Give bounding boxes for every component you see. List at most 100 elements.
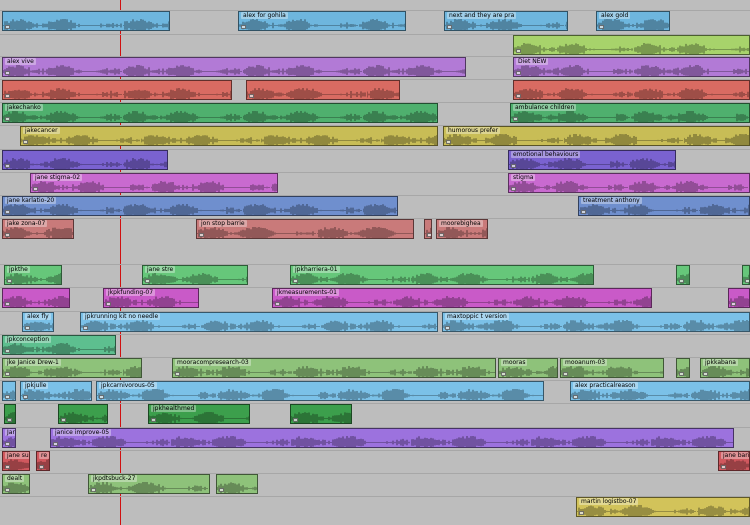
clip-name: emotional behaviours xyxy=(511,151,580,158)
clip-fade-icon xyxy=(573,395,578,399)
audio-clip[interactable]: next and they are pra xyxy=(444,11,568,31)
audio-clip[interactable]: mooras xyxy=(498,358,558,378)
audio-clip[interactable]: mooracompresearch-03 xyxy=(172,358,496,378)
audio-clip[interactable]: moorebighea xyxy=(436,219,488,239)
clip-fade-icon xyxy=(151,418,156,422)
audio-clip[interactable]: jon stop barrie xyxy=(196,219,414,239)
waveform xyxy=(3,296,69,307)
audio-clip[interactable]: treatment anthony xyxy=(578,196,750,216)
audio-clip[interactable]: jkmeasurements-01 xyxy=(272,288,652,308)
audio-clip[interactable]: jane karlatio-20 xyxy=(2,196,398,216)
clip-name: mooanum-03 xyxy=(563,359,607,366)
audio-clip[interactable]: dealt xyxy=(2,474,30,494)
audio-clip[interactable]: jpkthe xyxy=(4,265,62,285)
audio-clip[interactable]: jakechanko xyxy=(2,103,438,123)
audio-clip[interactable]: Janet xyxy=(2,428,16,448)
clip-name: jkmeasurements-01 xyxy=(275,289,339,296)
audio-clip[interactable] xyxy=(2,80,232,100)
waveform xyxy=(149,412,249,423)
audio-clip[interactable]: jpkcarnivorous-05 xyxy=(96,381,544,401)
audio-clip[interactable]: humorous prefer xyxy=(443,126,750,146)
audio-clip[interactable]: alex fly xyxy=(22,312,54,332)
clip-fade-icon xyxy=(241,25,246,29)
clip-fade-icon xyxy=(33,187,38,191)
audio-clip[interactable]: mooanum-03 xyxy=(560,358,664,378)
audio-clip[interactable]: jke Janice Drew-1 xyxy=(2,358,142,378)
audio-clip[interactable] xyxy=(424,219,432,239)
waveform xyxy=(445,19,567,30)
audio-clip[interactable]: jane stigma-02 xyxy=(30,173,278,193)
track-lane[interactable] xyxy=(0,450,750,473)
audio-clip[interactable]: jpkjulle xyxy=(20,381,92,401)
clip-fade-icon xyxy=(731,302,736,306)
clip-fade-icon xyxy=(679,372,684,376)
clip-fade-icon xyxy=(199,233,204,237)
clip-name: alex vive xyxy=(5,58,36,65)
audio-clip[interactable]: jpkconception xyxy=(2,335,116,355)
audio-clip[interactable] xyxy=(728,288,750,308)
audio-clip[interactable]: jpkharriera-01 xyxy=(290,265,594,285)
clip-name: jpkhealthmed xyxy=(151,405,196,412)
audio-clip[interactable]: re xyxy=(36,451,50,471)
audio-clip[interactable]: martin logistbo-07 xyxy=(576,497,750,517)
audio-clip[interactable]: alex practicalreason xyxy=(570,381,750,401)
audio-clip[interactable]: jakecancer xyxy=(20,126,438,146)
clip-fade-icon xyxy=(5,349,10,353)
audio-clip[interactable] xyxy=(290,404,352,424)
audio-clip[interactable]: alex gold xyxy=(596,11,670,31)
audio-clip[interactable] xyxy=(2,288,70,308)
audio-clip[interactable] xyxy=(246,80,400,100)
clip-fade-icon xyxy=(293,279,298,283)
waveform xyxy=(579,204,749,215)
audio-clip[interactable] xyxy=(2,150,168,170)
clip-name: jpkconception xyxy=(5,336,51,343)
audio-clip[interactable]: jane stre xyxy=(142,265,248,285)
audio-clip[interactable]: jane sub xyxy=(2,451,30,471)
audio-clip[interactable]: jpkhealthmed xyxy=(148,404,250,424)
audio-clip[interactable]: stigma xyxy=(508,173,750,193)
waveform xyxy=(104,296,198,307)
waveform xyxy=(51,436,733,447)
audio-clip[interactable]: jpkkabana xyxy=(700,358,750,378)
audio-clip[interactable]: jkpkfunding-07 xyxy=(103,288,199,308)
audio-clip[interactable]: jpkrunning kit no needle xyxy=(80,312,438,332)
audio-clip[interactable]: janice improve-05 xyxy=(50,428,734,448)
audio-clip[interactable] xyxy=(676,265,690,285)
clip-name: ambulance children xyxy=(513,104,576,111)
clip-name: jane stigma-02 xyxy=(33,174,82,181)
track-lane[interactable] xyxy=(0,403,750,426)
waveform xyxy=(81,320,437,331)
audio-clip[interactable] xyxy=(58,404,108,424)
audio-clip[interactable] xyxy=(513,35,750,55)
audio-clip[interactable] xyxy=(676,358,690,378)
clip-fade-icon xyxy=(5,395,10,399)
clip-fade-icon xyxy=(511,187,516,191)
audio-clip[interactable]: alex vive xyxy=(2,57,466,77)
clip-fade-icon xyxy=(599,25,604,29)
audio-clip[interactable]: alex for gohila xyxy=(238,11,406,31)
waveform xyxy=(514,88,749,99)
audio-clip[interactable]: jake zona-07 xyxy=(2,219,74,239)
audio-clip[interactable]: jane bari xyxy=(718,451,750,471)
audio-clip[interactable] xyxy=(2,381,16,401)
audio-clip[interactable]: Diet NEW xyxy=(513,57,750,77)
audio-clip[interactable]: emotional behaviours xyxy=(508,150,676,170)
waveform xyxy=(577,505,749,516)
audio-clip[interactable] xyxy=(742,265,750,285)
clip-fade-icon xyxy=(106,302,111,306)
audio-clip[interactable] xyxy=(513,80,750,100)
timeline-canvas[interactable]: alex for gohila next and they are pra alex… xyxy=(0,0,750,525)
waveform xyxy=(499,366,557,377)
audio-clip[interactable]: maxtoppic t version xyxy=(442,312,750,332)
clip-fade-icon xyxy=(23,140,28,144)
clip-fade-icon xyxy=(5,372,10,376)
waveform xyxy=(3,366,141,377)
audio-clip[interactable]: ambulance children xyxy=(510,103,750,123)
clip-name: janice improve-05 xyxy=(53,429,111,436)
audio-clip[interactable]: jkpdtsbuck-27 xyxy=(88,474,210,494)
audio-clip[interactable] xyxy=(216,474,258,494)
clip-fade-icon xyxy=(5,465,10,469)
waveform xyxy=(3,158,167,169)
audio-clip[interactable] xyxy=(2,11,170,31)
audio-clip[interactable] xyxy=(4,404,16,424)
